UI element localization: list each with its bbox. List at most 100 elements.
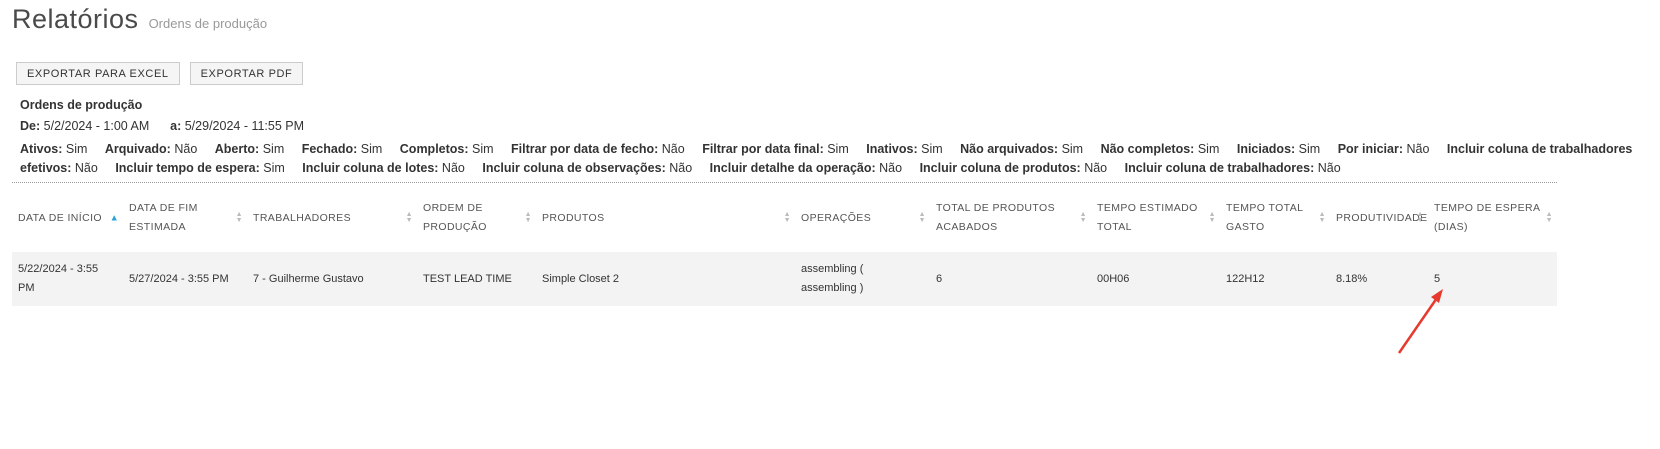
filter-label: Inativos: [866, 142, 918, 156]
filter-value: Não [669, 161, 693, 175]
column-header-label: TEMPO ESTIMADO [1097, 202, 1198, 214]
column-header[interactable]: PRODUTOS ▲ ▼ [536, 209, 795, 228]
export-excel-button[interactable]: EXPORTAR PARA EXCEL [16, 62, 180, 85]
column-header[interactable]: TRABALHADORES ▲ ▼ [247, 209, 417, 228]
filter-value: Não [1406, 142, 1430, 156]
filter-label: Arquivado: [104, 142, 171, 156]
sort-icon[interactable]: ▲ ▼ [1546, 211, 1553, 224]
column-header-label: TOTAL DE PRODUTOS [936, 202, 1056, 214]
column-header-label: GASTO [1226, 221, 1265, 233]
sort-icon[interactable]: ▲ ▼ [1209, 211, 1216, 224]
sort-ascending-icon[interactable]: ▲ [110, 209, 119, 228]
filter-label: Fechado: [301, 142, 358, 156]
filter-value: Sim [65, 142, 88, 156]
sort-icon[interactable]: ▲ ▼ [784, 211, 791, 224]
table-row[interactable]: 5/22/2024 - 3:55 PM 5/27/2024 - 3:55 PM 7 -… [12, 252, 1557, 306]
column-header-label: DATA DE FIM [129, 202, 198, 214]
filter-label: Filtrar por data de fecho: [511, 142, 659, 156]
column-header[interactable]: ORDEM DE PRODUÇÃO ▲ ▼ [417, 199, 536, 237]
column-header-label: PRODUÇÃO [423, 221, 487, 233]
filter-value: Não [1084, 161, 1108, 175]
column-header[interactable]: PRODUTIVIDADE ▲ ▼ [1330, 209, 1428, 228]
sort-icon[interactable]: ▲ ▼ [236, 211, 243, 224]
filter-value: Sim [1197, 142, 1220, 156]
report-info: Ordens de produção De: 5/2/2024 - 1:00 A… [20, 98, 1640, 178]
page-header: Relatórios Ordens de produção [12, 4, 267, 35]
filter-value: Sim [827, 142, 849, 156]
filter-label: Não completos: [1100, 142, 1195, 156]
filter-value: Sim [921, 142, 943, 156]
sort-icon[interactable]: ▲ ▼ [406, 211, 413, 224]
table-cell: 00H06 [1091, 270, 1220, 289]
sort-icon[interactable]: ▲ ▼ [1417, 211, 1424, 224]
from-value: 5/2/2024 - 1:00 AM [43, 119, 150, 133]
table-cell-text: TEST LEAD TIME [423, 272, 512, 285]
table-cell-text: assembling ) [801, 282, 864, 294]
filter-item: Arquivado: Não [105, 142, 197, 156]
filter-label: Incluir coluna de trabalhadores: [1124, 161, 1315, 175]
annotation-arrow-icon [1397, 289, 1443, 354]
sort-icon[interactable]: ▲ ▼ [525, 211, 532, 224]
page-title: Relatórios [12, 4, 139, 34]
column-header-label: TOTAL [1097, 221, 1132, 233]
export-pdf-button[interactable]: EXPORTAR PDF [189, 62, 304, 85]
table-cell-text: assembling ( [801, 263, 864, 275]
table-cell: assembling ( assembling ) [795, 260, 930, 298]
sort-icon[interactable]: ▲ ▼ [919, 211, 926, 224]
table-header: DATA DE INÍCIO ▲ DATA DE FIM ESTIMADA ▲ ▼ TRAB… [12, 192, 1557, 244]
column-header-label: ORDEM DE [423, 202, 483, 214]
column-header-label: PRODUTOS [542, 211, 605, 224]
divider [12, 182, 1557, 183]
table-cell: Simple Closet 2 [536, 270, 795, 289]
filter-label: Incluir coluna de produtos: [919, 161, 1081, 175]
filter-item: Inativos: Sim [866, 142, 942, 156]
filter-value: Não [441, 161, 465, 175]
filter-item: Filtrar por data de fecho: Não [511, 142, 685, 156]
column-header-label: TEMPO DE ESPERA [1434, 202, 1541, 214]
filter-label: Completos: [399, 142, 469, 156]
table-cell-text: 00H06 [1097, 272, 1130, 285]
filter-item: Por iniciar: Não [1338, 142, 1430, 156]
table-cell: 5 [1428, 270, 1557, 289]
filter-item: Filtrar por data final: Sim [702, 142, 849, 156]
column-header[interactable]: TEMPO DE ESPERA (DIAS) ▲ ▼ [1428, 199, 1557, 237]
table-body: 5/22/2024 - 3:55 PM 5/27/2024 - 3:55 PM 7 -… [12, 252, 1557, 306]
sort-icon[interactable]: ▲ ▼ [1080, 211, 1087, 224]
filter-item: Fechado: Sim [302, 142, 383, 156]
column-header-label: PRODUTIVIDADE [1336, 211, 1428, 224]
column-header[interactable]: DATA DE FIM ESTIMADA ▲ ▼ [123, 199, 247, 237]
report-title: Ordens de produção [20, 98, 143, 112]
column-header-label: TEMPO TOTAL [1226, 202, 1304, 214]
sort-icon[interactable]: ▲ ▼ [1319, 211, 1326, 224]
table-cell: 5/27/2024 - 3:55 PM [123, 270, 247, 289]
filter-label: Incluir detalhe da operação: [709, 161, 876, 175]
column-header[interactable]: TEMPO TOTAL GASTO ▲ ▼ [1220, 199, 1330, 237]
filter-item: Aberto: Sim [215, 142, 284, 156]
page-subtitle: Ordens de produção [148, 16, 268, 31]
column-header[interactable]: OPERAÇÕES ▲ ▼ [795, 209, 930, 228]
filter-value: Não [661, 142, 685, 156]
filter-label: Não arquivados: [960, 142, 1059, 156]
table-cell: TEST LEAD TIME [417, 270, 536, 289]
filter-item: Incluir coluna de observações: Não [482, 161, 692, 175]
to-value: 5/29/2024 - 11:55 PM [184, 119, 305, 133]
filter-value: Sim [262, 142, 285, 156]
date-range: De: 5/2/2024 - 1:00 AM a: 5/29/2024 - 11… [20, 119, 1640, 133]
table-cell-text: PM [18, 282, 35, 294]
table-cell-text: 122H12 [1226, 272, 1265, 285]
column-header-label: ACABADOS [936, 221, 998, 233]
table-cell-text: 6 [936, 272, 943, 285]
filter-label: Por iniciar: [1337, 142, 1403, 156]
table-cell-text: 5/22/2024 - 3:55 [18, 263, 99, 275]
column-header[interactable]: TEMPO ESTIMADO TOTAL ▲ ▼ [1091, 199, 1220, 237]
table-cell-text: Simple Closet 2 [542, 272, 620, 285]
table-cell: 7 - Guilherme Gustavo [247, 270, 417, 289]
column-header-label: OPERAÇÕES [801, 211, 872, 224]
filter-label: Incluir coluna de observações: [482, 161, 666, 175]
column-header-label: (DIAS) [1434, 221, 1468, 233]
filter-label: Ativos: [20, 142, 63, 156]
column-header[interactable]: TOTAL DE PRODUTOS ACABADOS ▲ ▼ [930, 199, 1091, 237]
filter-label: Iniciados: [1236, 142, 1296, 156]
filter-item: Iniciados: Sim [1237, 142, 1320, 156]
column-header[interactable]: DATA DE INÍCIO ▲ [12, 209, 123, 228]
